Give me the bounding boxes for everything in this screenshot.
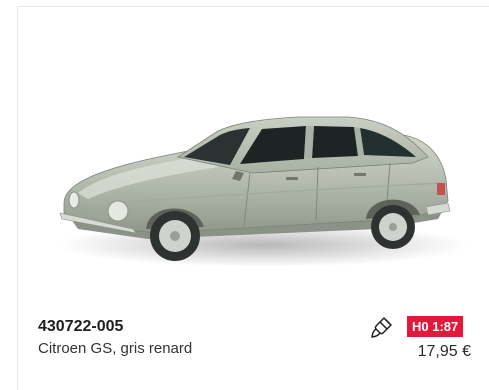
product-name[interactable]: Citroen GS, gris renard	[38, 340, 192, 357]
product-card[interactable]: 430722-005 Citroen GS, gris renard H0 1:…	[17, 6, 489, 390]
scale-badge: H0 1:87	[407, 316, 464, 337]
product-image[interactable]	[18, 7, 489, 307]
paintbrush-icon	[370, 315, 394, 339]
article-number: 430722-005	[38, 318, 124, 335]
price: 17,95 €	[417, 343, 471, 360]
car-model-image	[58, 116, 468, 267]
